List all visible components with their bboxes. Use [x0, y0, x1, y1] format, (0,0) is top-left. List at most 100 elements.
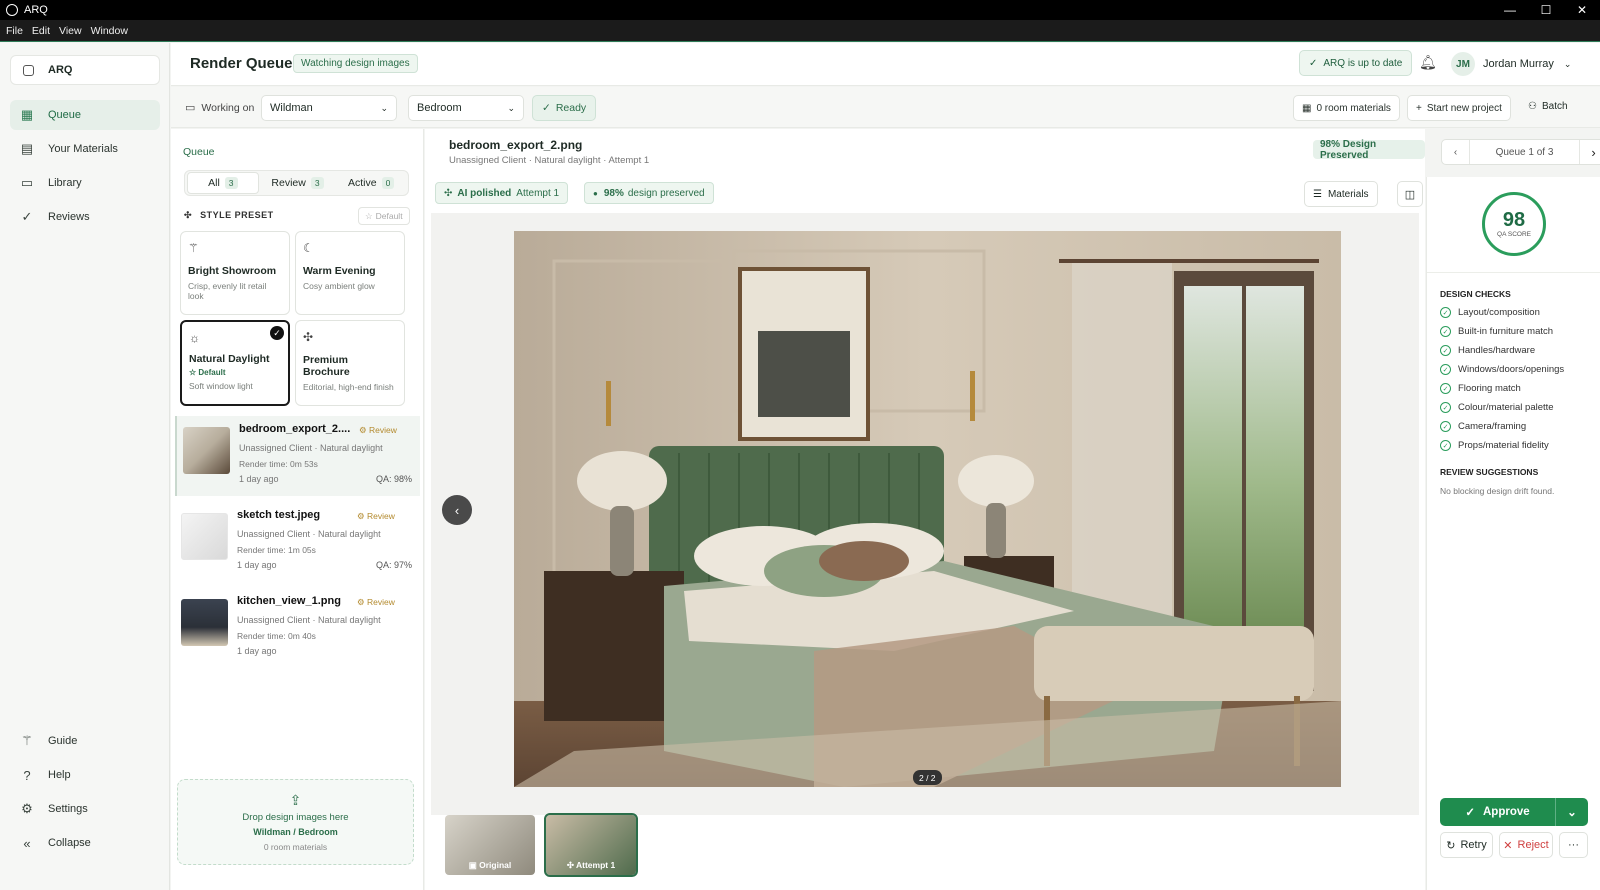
thumbnail-attempt-1[interactable]: ✣ Attempt 1: [544, 813, 638, 877]
queue-item[interactable]: kitchen_view_1.png ⚙ Review Unassigned C…: [175, 588, 420, 668]
update-status-button[interactable]: ✓ ARQ is up to date: [1299, 50, 1413, 76]
title-bar: ARQ — ☐ ✕: [0, 0, 1600, 20]
queue-item[interactable]: bedroom_export_2.... ⚙ Review Unassigned…: [175, 416, 420, 496]
chevron-down-icon: ⌄: [380, 102, 388, 113]
ai-polished-badge: ✣ AI polished Attempt 1: [435, 182, 569, 204]
sidebar-item-label: Reviews: [48, 211, 90, 223]
default-preset-button[interactable]: ☆ Default: [358, 207, 410, 225]
working-on-label: ▭ Working on: [185, 101, 255, 115]
users-icon: ⚇: [1528, 101, 1537, 112]
check-item: ✓ Windows/doors/openings: [1440, 364, 1564, 375]
check-circle-icon: ✓: [1440, 326, 1451, 337]
previous-image-button[interactable]: ‹: [442, 495, 472, 525]
review-badge-label: Review: [366, 511, 395, 521]
ready-status-badge: ✓ Ready: [532, 95, 597, 121]
menu-edit[interactable]: Edit: [32, 25, 50, 37]
bell-icon[interactable]: 🔔︎: [1419, 54, 1437, 71]
sidebar-item-guide[interactable]: ⚚ Guide: [10, 726, 160, 756]
split-view-icon[interactable]: ◫: [1397, 181, 1423, 207]
image-icon: ▣: [468, 860, 477, 870]
default-label: Default: [375, 211, 403, 221]
pager-label: Queue 1 of 3: [1495, 146, 1554, 158]
room-select[interactable]: Bedroom ⌄: [408, 95, 524, 121]
approve-button[interactable]: ✓ Approve ⌄: [1440, 798, 1588, 826]
render-image[interactable]: [514, 231, 1341, 787]
reject-button[interactable]: ✕ Reject: [1499, 832, 1553, 858]
sidebar-item-label: Help: [48, 769, 71, 781]
queue-item-age: 1 day ago: [237, 560, 277, 570]
page-title: Render Queue: [190, 55, 293, 72]
preset-desc: Crisp, evenly lit retail look: [188, 281, 267, 301]
preset-card-warm-evening[interactable]: ☾ Warm Evening Cosy ambient glow: [295, 231, 405, 315]
preset-card-premium-brochure[interactable]: ✣ Premium Brochure Editorial, high-end f…: [295, 320, 405, 406]
upload-icon: ⇪: [289, 792, 302, 808]
queue-item-meta: Unassigned Client · Natural daylight: [237, 529, 381, 539]
menu-file[interactable]: File: [6, 25, 23, 37]
approve-main[interactable]: ✓ Approve: [1440, 798, 1556, 826]
menu-view[interactable]: View: [59, 25, 82, 37]
brand-icon: [23, 64, 34, 76]
drop-zone[interactable]: ⇪ Drop design images here Wildman / Bedr…: [177, 779, 414, 865]
sidebar-item-queue[interactable]: ▦ Queue: [10, 100, 160, 130]
tab-all[interactable]: All 3: [187, 172, 259, 194]
drop-zone-materials: 0 room materials: [263, 842, 328, 852]
working-on-text: Working on: [201, 101, 255, 114]
retry-button[interactable]: ↻ Retry: [1440, 832, 1493, 858]
chevron-down-icon[interactable]: ⌄: [1556, 805, 1588, 819]
preset-name: Warm Evening: [303, 265, 376, 277]
user-menu[interactable]: JM Jordan Murray ⌄: [1451, 52, 1571, 76]
check-item: ✓ Built-in furniture match: [1440, 326, 1553, 337]
preset-card-natural-daylight[interactable]: ✓ ☼ Natural Daylight ☆ Default Soft wind…: [180, 320, 290, 406]
user-name: Jordan Murray: [1483, 58, 1554, 70]
qa-score-ring: 98 QA SCORE: [1482, 192, 1546, 256]
queue-item[interactable]: sketch test.jpeg ⚙ Review Unassigned Cli…: [175, 502, 420, 582]
tab-review[interactable]: Review 3: [263, 172, 333, 194]
review-badge: ⚙ Review: [357, 597, 395, 607]
preset-card-bright-showroom[interactable]: ⚚ Bright Showroom Crisp, evenly lit reta…: [180, 231, 290, 315]
menu-window[interactable]: Window: [91, 25, 128, 37]
sidebar-item-library[interactable]: ▭ Library: [10, 168, 160, 198]
check-item: ✓ Props/material fidelity: [1440, 440, 1549, 451]
start-new-project-button[interactable]: + Start new project: [1407, 95, 1511, 121]
preset-desc: Soft window light: [189, 381, 253, 391]
drop-zone-path: Wildman / Bedroom: [253, 827, 338, 837]
batch-button[interactable]: ⚇ Batch: [1528, 101, 1568, 112]
sidebar-item-settings[interactable]: ⚙ Settings: [10, 794, 160, 824]
brand-label: ARQ: [48, 64, 73, 76]
queue-item-name: sketch test.jpeg: [237, 509, 321, 521]
queue-item-meta: Unassigned Client · Natural daylight: [237, 615, 381, 625]
queue-item-name: kitchen_view_1.png: [237, 595, 341, 607]
default-tag-label: Default: [198, 368, 226, 377]
check-item: ✓ Camera/framing: [1440, 421, 1526, 432]
plus-icon: +: [1416, 102, 1422, 114]
chevron-left-icon[interactable]: ‹: [1442, 140, 1470, 164]
room-materials-button[interactable]: ▦ 0 room materials: [1293, 95, 1400, 121]
queue-tabs: All 3 Review 3 Active 0: [184, 170, 409, 196]
avatar: JM: [1451, 52, 1475, 76]
tab-active[interactable]: Active 0: [336, 172, 406, 194]
more-options-button[interactable]: ···: [1559, 832, 1588, 858]
chevron-right-icon[interactable]: ›: [1579, 140, 1600, 164]
close-window-button[interactable]: ✕: [1564, 0, 1600, 20]
sidebar-item-your-materials[interactable]: ▤ Your Materials: [10, 134, 160, 164]
qa-score-label: QA SCORE: [1497, 231, 1531, 238]
sidebar-item-help[interactable]: ? Help: [10, 760, 160, 790]
sidebar-item-reviews[interactable]: ✓ Reviews: [10, 202, 160, 232]
check-item: ✓ Flooring match: [1440, 383, 1521, 394]
preserved-percent: 98%: [603, 187, 624, 199]
queue-thumbnail: [181, 599, 228, 646]
qa-panel: 98 QA SCORE DESIGN CHECKS ✓ Layout/compos…: [1426, 177, 1600, 890]
queue-item-qa: QA: 98%: [375, 474, 412, 484]
project-select[interactable]: Wildman ⌄: [261, 95, 397, 121]
thumbnail-label-text: Original: [479, 860, 512, 870]
materials-button[interactable]: ☰ Materials: [1304, 181, 1378, 207]
grid-icon: ▦: [20, 107, 34, 122]
check-item: ✓ Colour/material palette: [1440, 402, 1554, 413]
thumbnail-original[interactable]: ▣ Original: [445, 815, 535, 875]
sidebar-item-collapse[interactable]: « Collapse: [10, 828, 160, 858]
check-circle-icon: ✓: [1440, 307, 1451, 318]
minimize-button[interactable]: —: [1492, 0, 1528, 20]
brand-button[interactable]: ARQ: [10, 55, 160, 85]
reject-label: Reject: [1517, 839, 1549, 851]
maximize-button[interactable]: ☐: [1528, 0, 1564, 20]
